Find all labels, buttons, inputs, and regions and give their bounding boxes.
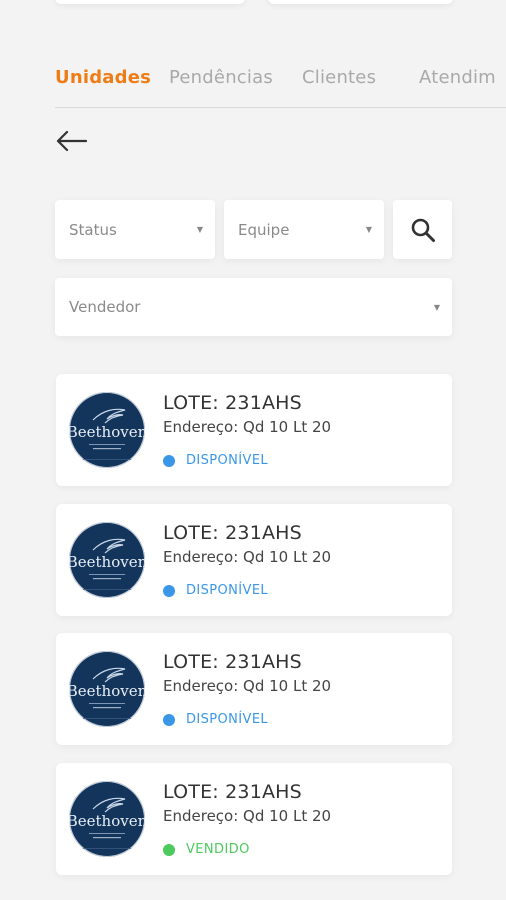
unit-card[interactable]: Beethoven LOTE: 231AHS Endereço: Qd 10 L… xyxy=(56,504,452,616)
caret-down-icon: ▼ xyxy=(196,225,203,234)
development-logo: Beethoven xyxy=(69,522,145,598)
lot-title: LOTE: 231AHS xyxy=(163,781,302,803)
tab-pendencias[interactable]: Pendências xyxy=(169,66,273,107)
summary-card-partial xyxy=(268,0,453,4)
unit-card[interactable]: Beethoven LOTE: 231AHS Endereço: Qd 10 L… xyxy=(56,763,452,875)
seller-filter-label: Vendedor xyxy=(69,298,141,316)
lot-title: LOTE: 231AHS xyxy=(163,522,302,544)
caret-down-icon: ▼ xyxy=(433,302,440,312)
tab-clientes[interactable]: Clientes xyxy=(302,66,377,107)
arrow-left-icon xyxy=(56,130,87,152)
lot-address: Endereço: Qd 10 Lt 20 xyxy=(163,677,332,695)
development-logo: Beethoven xyxy=(69,392,145,468)
status-filter-select[interactable]: Status ▼ xyxy=(55,200,215,259)
lot-address: Endereço: Qd 10 Lt 20 xyxy=(163,418,332,436)
caret-down-icon: ▼ xyxy=(365,225,372,234)
lot-title: LOTE: 231AHS xyxy=(163,651,302,673)
lot-title: LOTE: 231AHS xyxy=(163,392,302,414)
tab-atendimentos[interactable]: Atendim xyxy=(419,66,496,107)
back-button[interactable] xyxy=(55,126,89,156)
tab-label: Unidades xyxy=(55,67,152,88)
status-badge: DISPONÍVEL xyxy=(163,712,268,727)
status-badge: VENDIDO xyxy=(163,842,250,857)
status-badge: DISPONÍVEL xyxy=(163,453,268,468)
status-label: DISPONÍVEL xyxy=(186,712,269,727)
status-filter-label: Status xyxy=(69,220,117,239)
development-logo: Beethoven xyxy=(69,781,145,857)
status-label: DISPONÍVEL xyxy=(186,583,269,598)
logo-text: Beethoven xyxy=(69,553,145,571)
status-dot xyxy=(163,713,175,726)
seller-filter-select[interactable]: Vendedor ▼ xyxy=(55,278,452,336)
tab-label: Pendências xyxy=(169,67,273,88)
status-dot xyxy=(163,584,175,597)
lot-address: Endereço: Qd 10 Lt 20 xyxy=(163,807,332,825)
development-logo: Beethoven xyxy=(69,651,145,727)
search-icon xyxy=(411,218,435,242)
tab-active-indicator xyxy=(55,106,153,107)
logo-text: Beethoven xyxy=(69,812,145,830)
status-label: DISPONÍVEL xyxy=(186,453,269,468)
logo-text: Beethoven xyxy=(69,423,145,441)
tab-bar: Unidades Pendências Clientes Atendim xyxy=(55,66,506,108)
tab-unidades[interactable]: Unidades xyxy=(55,66,153,107)
unit-card[interactable]: Beethoven LOTE: 231AHS Endereço: Qd 10 L… xyxy=(56,374,452,486)
tab-label: Atendim xyxy=(419,67,496,88)
lot-address: Endereço: Qd 10 Lt 20 xyxy=(163,548,332,566)
summary-card-partial xyxy=(55,0,245,4)
unit-card[interactable]: Beethoven LOTE: 231AHS Endereço: Qd 10 L… xyxy=(56,633,452,745)
logo-text: Beethoven xyxy=(69,682,145,700)
team-filter-select[interactable]: Equipe ▼ xyxy=(224,200,384,259)
status-label: VENDIDO xyxy=(186,842,250,857)
search-button[interactable] xyxy=(393,200,452,259)
status-badge: DISPONÍVEL xyxy=(163,583,268,598)
tab-label: Clientes xyxy=(302,67,377,88)
status-dot xyxy=(163,454,175,467)
team-filter-label: Equipe xyxy=(238,220,290,239)
status-dot xyxy=(163,843,175,856)
